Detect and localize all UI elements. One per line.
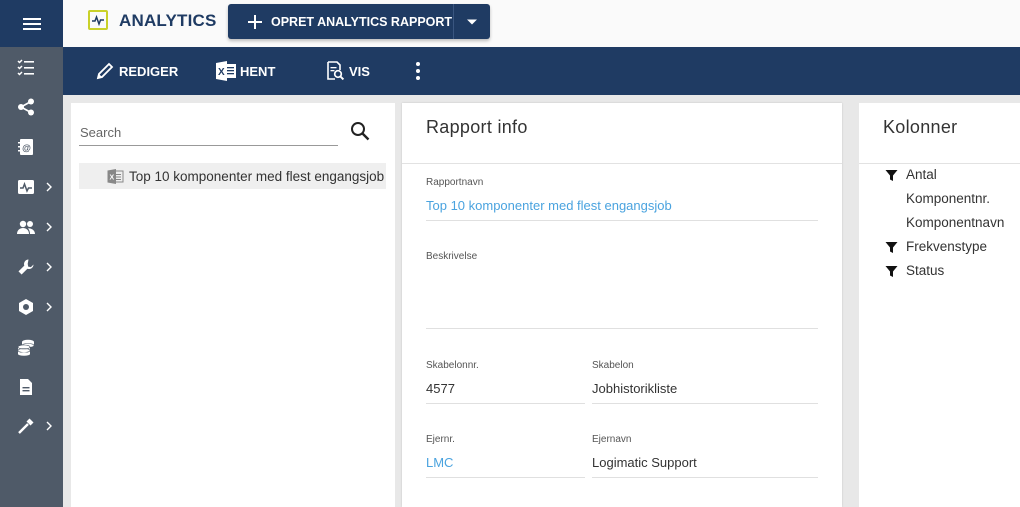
view-label: VIS xyxy=(349,63,370,79)
svg-text:X: X xyxy=(109,174,114,181)
divider xyxy=(426,477,585,478)
column-item-status[interactable]: Status xyxy=(859,261,1020,283)
filter-icon xyxy=(885,169,898,182)
report-list-item-name: Top 10 komponenter med flest engangsjob xyxy=(129,168,385,184)
analytics-logo-icon xyxy=(88,10,108,30)
rail-item-finance[interactable] xyxy=(0,327,63,367)
template-label: Skabelon xyxy=(592,360,634,371)
excel-icon: X xyxy=(215,61,237,81)
wrench-icon xyxy=(16,257,36,277)
report-info-panel: Rapport info Rapportnavn Top 10 komponen… xyxy=(402,103,842,507)
template-no-label: Skabelonnr. xyxy=(426,360,479,371)
divider xyxy=(592,403,818,404)
svg-text:X: X xyxy=(218,67,225,78)
create-report-dropdown[interactable] xyxy=(453,4,490,39)
rail-item-tools[interactable] xyxy=(0,247,63,287)
columns-panel: Kolonner Antal Komponentnr. Komponentnav… xyxy=(859,103,1020,507)
report-info-title: Rapport info xyxy=(426,117,528,137)
caret-down-icon xyxy=(467,19,477,24)
column-item-label: Komponentnr. xyxy=(906,191,991,206)
menu-button[interactable] xyxy=(0,0,63,47)
divider xyxy=(426,220,818,221)
owner-no-label: Ejernr. xyxy=(426,434,455,445)
owner-name-label: Ejernavn xyxy=(592,434,632,445)
owner-no-value[interactable]: LMC xyxy=(426,455,453,470)
excel-file-icon: X xyxy=(107,168,124,184)
app-title: ANALYTICS xyxy=(119,11,217,30)
owner-name-value: Logimatic Support xyxy=(592,455,697,470)
template-value: Jobhistorikliste xyxy=(592,381,678,396)
document-search-icon xyxy=(324,61,346,81)
column-item-antal[interactable]: Antal xyxy=(859,165,1020,187)
svg-text:@: @ xyxy=(22,143,31,153)
column-item-komponentnr[interactable]: Komponentnr. xyxy=(859,189,1020,211)
report-name-label: Rapportnavn xyxy=(426,177,484,188)
plus-icon xyxy=(247,14,263,30)
rail-item-people[interactable] xyxy=(0,207,63,247)
chevron-right-icon xyxy=(44,259,54,275)
hammer-icon xyxy=(16,416,36,436)
column-item-label: Status xyxy=(906,263,945,278)
rail-item-share[interactable] xyxy=(0,87,63,127)
divider xyxy=(402,163,842,164)
column-item-label: Frekvenstype xyxy=(906,239,988,254)
document-icon xyxy=(16,377,36,397)
rail-item-contacts[interactable]: @ xyxy=(0,127,63,167)
column-item-komponentnavn[interactable]: Komponentnavn xyxy=(859,213,1020,235)
coins-icon xyxy=(16,337,36,357)
share-icon xyxy=(16,97,36,117)
rail-item-components[interactable] xyxy=(0,287,63,327)
columns-title: Kolonner xyxy=(883,117,958,137)
fetch-button[interactable]: X HENT xyxy=(215,61,275,81)
template-no-value: 4577 xyxy=(426,381,455,396)
create-report-button-group: OPRET ANALYTICS RAPPORT xyxy=(228,4,490,39)
rail-item-activity[interactable] xyxy=(0,167,63,207)
contacts-icon: @ xyxy=(16,137,36,157)
create-report-button[interactable]: OPRET ANALYTICS RAPPORT xyxy=(228,4,453,39)
people-icon xyxy=(16,217,36,237)
search-icon[interactable] xyxy=(349,120,371,142)
divider xyxy=(426,403,585,404)
report-list-panel: X Top 10 komponenter med flest engangsjo… xyxy=(71,103,395,507)
report-list-item[interactable]: X Top 10 komponenter med flest engangsjo… xyxy=(79,163,386,189)
chevron-right-icon xyxy=(44,179,54,195)
description-label: Beskrivelse xyxy=(426,251,478,262)
action-toolbar: REDIGER X HENT VIS xyxy=(63,47,1020,95)
chevron-right-icon xyxy=(44,219,54,235)
side-rail: @ xyxy=(0,0,63,507)
more-vertical-icon xyxy=(416,62,420,80)
search-input[interactable] xyxy=(79,120,338,146)
create-report-label: OPRET ANALYTICS RAPPORT xyxy=(271,14,453,29)
menu-icon xyxy=(22,17,41,30)
more-options-button[interactable] xyxy=(415,60,421,82)
divider xyxy=(426,328,818,329)
checklist-icon xyxy=(16,57,36,77)
rail-item-build[interactable] xyxy=(0,406,63,446)
column-item-label: Antal xyxy=(906,167,937,182)
rail-item-tasks[interactable] xyxy=(0,47,63,87)
top-bar: ANALYTICS OPRET ANALYTICS RAPPORT xyxy=(63,0,1020,47)
view-button[interactable]: VIS xyxy=(324,61,370,81)
chevron-right-icon xyxy=(44,299,54,315)
pencil-icon xyxy=(94,61,116,81)
chevron-right-icon xyxy=(44,418,54,434)
column-item-label: Komponentnavn xyxy=(906,215,1005,230)
fetch-label: HENT xyxy=(240,63,276,79)
column-item-frekvenstype[interactable]: Frekvenstype xyxy=(859,237,1020,259)
report-name-value[interactable]: Top 10 komponenter med flest engangsjob xyxy=(426,198,672,213)
activity-icon xyxy=(16,177,36,197)
filter-icon xyxy=(885,265,898,278)
rail-item-documents[interactable] xyxy=(0,367,63,407)
divider xyxy=(859,163,1020,164)
edit-button[interactable]: REDIGER xyxy=(94,61,178,81)
hexagon-icon xyxy=(16,297,36,317)
filter-icon xyxy=(885,241,898,254)
edit-label: REDIGER xyxy=(119,63,179,79)
divider xyxy=(592,477,818,478)
